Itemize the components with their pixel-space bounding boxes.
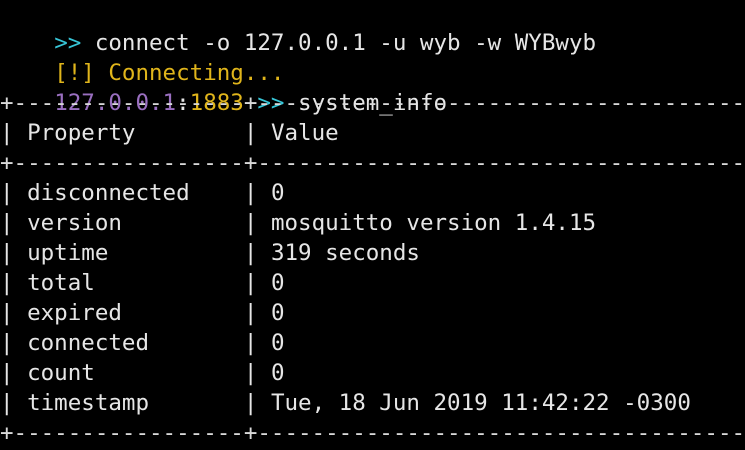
- table-row: | connected | 0 |: [0, 328, 745, 358]
- cell-separator: |: [121, 300, 271, 326]
- value-cell: mosquitto version 1.4.15: [270, 210, 597, 236]
- cell-separator: |: [284, 330, 745, 356]
- cell-separator: |: [149, 330, 271, 356]
- cell-separator: |: [0, 360, 28, 386]
- table-row: | count | 0 |: [0, 358, 745, 388]
- property-cell: Property: [27, 120, 136, 146]
- property-cell: total: [27, 270, 95, 296]
- cell-separator: |: [691, 390, 745, 416]
- command-line-1: >> connect -o 127.0.0.1 -u wyb -w WYBwyb: [0, 0, 596, 56]
- cell-separator: |: [0, 390, 28, 416]
- property-cell: count: [27, 360, 95, 386]
- cell-separator: |: [94, 360, 271, 386]
- command-line-2: 127.0.0.1:1883 >> system_info: [0, 58, 447, 116]
- cell-separator: |: [94, 270, 271, 296]
- value-cell: 0: [270, 300, 285, 326]
- property-cell: connected: [27, 330, 150, 356]
- cell-separator: |: [284, 300, 745, 326]
- value-cell: 319 seconds: [270, 240, 420, 266]
- cell-separator: |: [149, 390, 271, 416]
- table-row: | timestamp | Tue, 18 Jun 2019 11:42:22 …: [0, 388, 745, 418]
- table-row: | uptime | 319 seconds |: [0, 238, 745, 268]
- table-row: | expired | 0 |: [0, 298, 745, 328]
- table-row: | total | 0 |: [0, 268, 745, 298]
- property-cell: uptime: [27, 240, 109, 266]
- table-header-row: | Property | Value |: [0, 118, 745, 148]
- cell-separator: |: [338, 120, 745, 146]
- cell-separator: |: [0, 180, 28, 206]
- value-cell: 0: [270, 270, 285, 296]
- cell-separator: |: [0, 270, 28, 296]
- cell-separator: |: [284, 360, 745, 386]
- value-cell: 0: [270, 360, 285, 386]
- cell-separator: |: [284, 180, 745, 206]
- table-row: | version | mosquitto version 1.4.15 |: [0, 208, 745, 238]
- property-cell: version: [27, 210, 122, 236]
- cell-separator: |: [0, 240, 28, 266]
- table-border: +-----------------+---------------------…: [0, 420, 745, 446]
- cell-separator: |: [0, 330, 28, 356]
- cell-separator: |: [284, 270, 745, 296]
- cell-separator: |: [135, 120, 271, 146]
- table-border-header: +-----------------+---------------------…: [0, 148, 745, 178]
- value-cell: 0: [270, 330, 285, 356]
- value-cell: Value: [270, 120, 339, 146]
- terminal-window: >> connect -o 127.0.0.1 -u wyb -w WYBwyb…: [0, 0, 745, 448]
- cell-separator: |: [189, 180, 271, 206]
- value-cell: 0: [270, 180, 285, 206]
- cell-separator: |: [419, 240, 745, 266]
- table-border: +-----------------+---------------------…: [0, 90, 745, 116]
- property-cell: expired: [27, 300, 122, 326]
- table-border-top: +-----------------+---------------------…: [0, 88, 745, 118]
- status-line: [!] Connecting...: [0, 28, 284, 86]
- property-cell: disconnected: [27, 180, 190, 206]
- cell-separator: |: [0, 300, 28, 326]
- table-row: | disconnected | 0 |: [0, 178, 745, 208]
- cell-separator: |: [108, 240, 271, 266]
- cell-separator: |: [121, 210, 271, 236]
- table-border: +-----------------+---------------------…: [0, 150, 745, 176]
- cell-separator: |: [596, 210, 745, 236]
- cell-separator: |: [0, 210, 28, 236]
- cell-separator: |: [0, 120, 28, 146]
- property-cell: timestamp: [27, 390, 150, 416]
- value-cell: Tue, 18 Jun 2019 11:42:22 -0300: [270, 390, 691, 416]
- table-border-bottom: +-----------------+---------------------…: [0, 418, 745, 448]
